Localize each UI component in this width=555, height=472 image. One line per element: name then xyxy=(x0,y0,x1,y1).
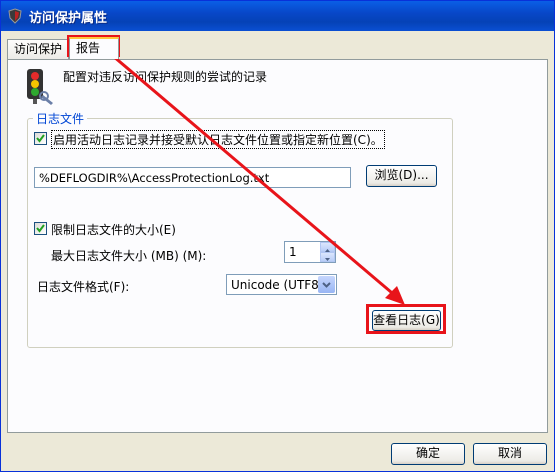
tab-access-protection[interactable]: 访问保护 xyxy=(7,39,69,59)
view-log-button[interactable]: 查看日志(G) xyxy=(372,310,441,331)
limit-size-label[interactable]: 限制日志文件的大小(E) xyxy=(51,221,176,238)
dialog-footer: 确定 取消 xyxy=(1,437,554,472)
chevron-down-icon[interactable] xyxy=(318,276,335,293)
enable-log-checkbox[interactable] xyxy=(34,132,47,145)
shield-icon xyxy=(7,8,23,24)
page-description: 配置对违反访问保护规则的尝试的记录 xyxy=(63,70,268,84)
cancel-button[interactable]: 取消 xyxy=(473,443,547,465)
max-size-value[interactable]: 1 xyxy=(289,245,297,259)
max-size-stepper[interactable]: 1 xyxy=(284,241,336,263)
format-value: Unicode (UTF8) xyxy=(231,278,324,292)
tab-report[interactable]: 报告 xyxy=(69,37,119,59)
browse-button[interactable]: 浏览(D)... xyxy=(366,165,437,187)
dialog-window: 访问保护属性 访问保护 报告 配置对违反访问保护规则的尝试的记录 日志文件 启用… xyxy=(0,0,555,472)
ok-button[interactable]: 确定 xyxy=(391,443,465,465)
log-file-group-label: 日志文件 xyxy=(33,110,88,127)
enable-log-label[interactable]: 启用活动日志记录并接受默认日志文件位置或指定新位置(C)。 xyxy=(51,130,385,149)
limit-size-checkbox[interactable] xyxy=(34,222,47,235)
format-select[interactable]: Unicode (UTF8) xyxy=(226,274,337,295)
stepper-down-icon[interactable] xyxy=(320,252,335,262)
format-label: 日志文件格式(F): xyxy=(37,280,130,294)
max-size-label: 最大日志文件大小 (MB) (M): xyxy=(51,249,207,263)
title-bar[interactable]: 访问保护属性 xyxy=(1,1,554,31)
log-path-input[interactable] xyxy=(34,167,351,188)
stepper-buttons xyxy=(320,242,335,262)
traffic-light-icon xyxy=(23,67,55,105)
window-title: 访问保护属性 xyxy=(29,10,108,26)
stepper-up-icon[interactable] xyxy=(320,242,335,252)
